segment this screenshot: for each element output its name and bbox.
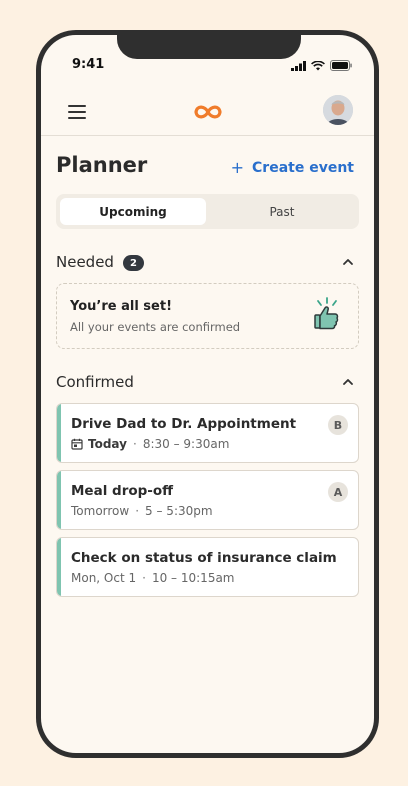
tab-past[interactable]: Past (209, 198, 355, 225)
status-time: 9:41 (72, 57, 105, 72)
all-set-subtitle: All your events are confirmed (70, 320, 241, 334)
status-bar: 9:41 (41, 57, 374, 77)
phone-frame: 9:41 Planner + Create event Upcoming Pas… (36, 30, 379, 758)
status-icons (291, 60, 352, 71)
assignee-badge: B (328, 415, 348, 435)
create-event-label: Create event (252, 159, 354, 176)
all-set-panel: You’re all set! All your events are conf… (56, 283, 359, 349)
event-status-stripe (57, 471, 61, 529)
event-time: 8:30 – 9:30am (142, 437, 230, 451)
infinity-logo-icon (194, 105, 222, 119)
event-day: Today (88, 437, 127, 451)
plus-icon: + (230, 158, 245, 177)
phone-screen: 9:41 Planner + Create event Upcoming Pas… (41, 35, 374, 753)
separator-dot: · (142, 571, 146, 585)
event-title: Check on status of insurance claim (71, 550, 337, 566)
assignee-badge: A (328, 482, 348, 502)
cellular-signal-icon (291, 60, 306, 71)
event-card[interactable]: Drive Dad to Dr. Appointment Today · 8:3… (56, 403, 359, 463)
hamburger-menu-icon[interactable] (68, 104, 86, 120)
wifi-icon (311, 60, 325, 70)
needed-section-title: Needed (56, 253, 114, 271)
all-set-title: You’re all set! (70, 299, 173, 314)
event-meta: Mon, Oct 1 · 10 – 10:15am (71, 571, 235, 585)
needed-section-header[interactable]: Needed 2 (56, 253, 354, 275)
top-navbar (41, 90, 374, 136)
event-meta: Tomorrow · 5 – 5:30pm (71, 504, 213, 518)
confirmed-section-header[interactable]: Confirmed (56, 373, 354, 395)
tab-upcoming[interactable]: Upcoming (60, 198, 206, 225)
page-title: Planner (56, 153, 148, 177)
event-time: 5 – 5:30pm (145, 504, 213, 518)
event-meta: Today · 8:30 – 9:30am (71, 437, 229, 451)
chevron-up-icon[interactable] (342, 377, 354, 387)
event-day: Tomorrow (71, 504, 130, 518)
battery-icon (330, 60, 352, 71)
event-status-stripe (57, 404, 61, 462)
event-title: Meal drop-off (71, 483, 174, 499)
thumbs-up-icon (314, 297, 339, 330)
user-avatar[interactable] (323, 95, 353, 125)
person-avatar-icon (323, 95, 353, 125)
event-status-stripe (57, 538, 61, 596)
confirmed-section-title: Confirmed (56, 373, 134, 391)
calendar-icon (71, 438, 83, 450)
event-card[interactable]: Check on status of insurance claim Mon, … (56, 537, 359, 597)
separator-dot: · (132, 437, 137, 451)
event-title: Drive Dad to Dr. Appointment (71, 416, 297, 432)
separator-dot: · (135, 504, 140, 518)
event-day: Mon, Oct 1 (71, 571, 137, 585)
create-event-button[interactable]: + Create event (231, 158, 354, 177)
planner-header: Planner + Create event (56, 153, 354, 183)
event-time: 10 – 10:15am (151, 571, 235, 585)
phone-notch (117, 35, 301, 59)
event-card[interactable]: Meal drop-off Tomorrow · 5 – 5:30pm A (56, 470, 359, 530)
chevron-up-icon[interactable] (342, 257, 354, 267)
tab-switcher: Upcoming Past (56, 194, 359, 229)
needed-count-badge: 2 (123, 255, 144, 271)
